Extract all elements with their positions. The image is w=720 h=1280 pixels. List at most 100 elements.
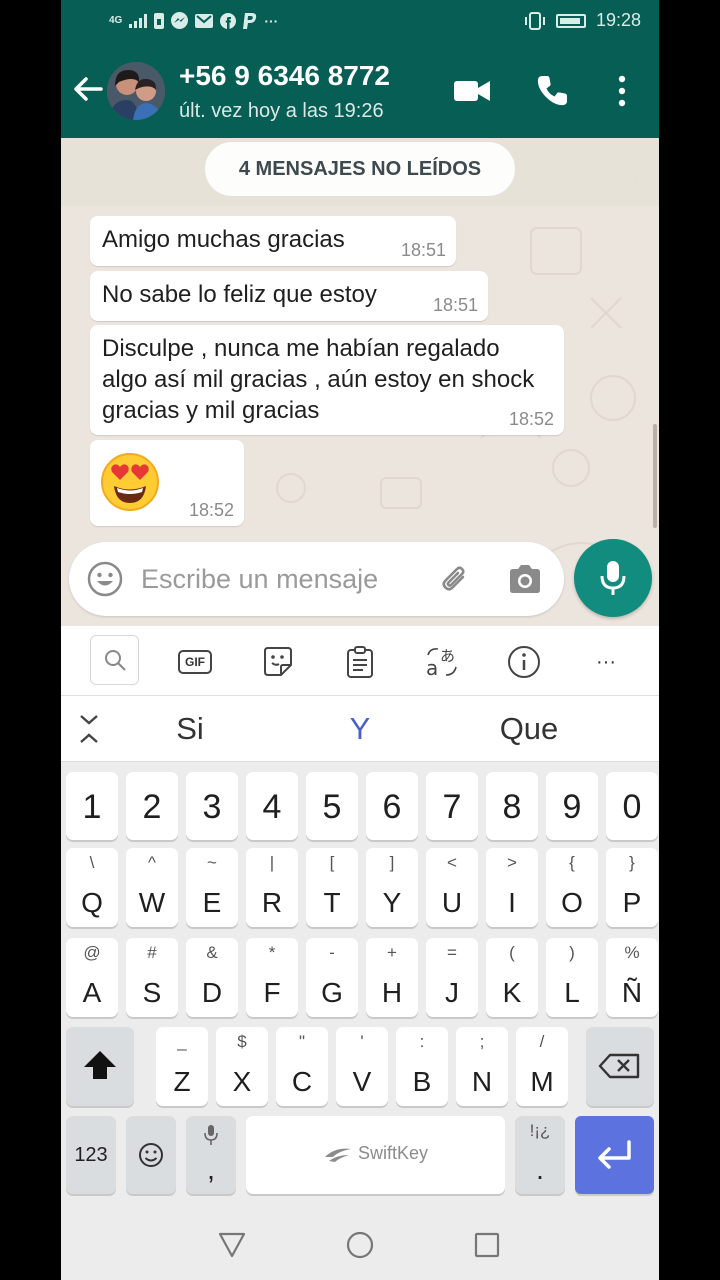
key-symbol: \ bbox=[89, 853, 95, 872]
key-w[interactable]: ^ W bbox=[126, 848, 178, 927]
key-u[interactable]: < U bbox=[426, 848, 478, 927]
contact-name[interactable]: +56 9 6346 8772 bbox=[179, 60, 390, 92]
key-7[interactable]: 7 bbox=[426, 772, 478, 840]
key-q[interactable]: \ Q bbox=[66, 848, 118, 927]
key-s[interactable]: # S bbox=[126, 938, 178, 1017]
message-input[interactable] bbox=[141, 542, 421, 616]
nav-back-icon[interactable] bbox=[217, 1230, 247, 1260]
key-c[interactable]: " C bbox=[276, 1027, 328, 1106]
gmail-icon bbox=[195, 13, 214, 28]
nav-home-icon[interactable] bbox=[345, 1230, 375, 1260]
space-key[interactable]: SwiftKey bbox=[246, 1116, 505, 1194]
key-x[interactable]: $ X bbox=[216, 1027, 268, 1106]
key-t[interactable]: [T bbox=[306, 848, 358, 927]
video-call-icon[interactable] bbox=[454, 78, 490, 104]
unread-messages-label: 4 MENSAJES NO LEÍDOS bbox=[205, 142, 515, 196]
key-g[interactable]: -G bbox=[306, 938, 358, 1017]
suggestion-3[interactable]: Que bbox=[469, 711, 589, 747]
message-bubble-emoji[interactable]: 😍 18:52 bbox=[90, 440, 244, 526]
back-arrow-icon[interactable] bbox=[71, 72, 105, 106]
phone-call-icon[interactable] bbox=[535, 74, 569, 108]
more-icon[interactable]: ··· bbox=[584, 640, 628, 684]
key-label: 1 bbox=[82, 788, 102, 826]
key-ñ[interactable]: % Ñ bbox=[606, 938, 658, 1017]
key-r[interactable]: | R bbox=[246, 848, 298, 927]
sticker-icon[interactable] bbox=[256, 640, 300, 684]
translate-icon[interactable]: aあ bbox=[420, 640, 464, 684]
key-k[interactable]: (K bbox=[486, 938, 538, 1017]
key-label: K bbox=[502, 977, 522, 1008]
chat-scrollbar[interactable] bbox=[653, 424, 657, 528]
signal-icon bbox=[129, 13, 148, 28]
emoji-key[interactable] bbox=[126, 1116, 176, 1194]
battery-icon bbox=[555, 13, 586, 28]
period-sub-label: !¡¿ bbox=[529, 1121, 551, 1140]
key-5[interactable]: 5 bbox=[306, 772, 358, 840]
key-y[interactable]: ] Y bbox=[366, 848, 418, 927]
key-label: N bbox=[471, 1066, 493, 1097]
key-3[interactable]: 3 bbox=[186, 772, 238, 840]
collapse-icon[interactable] bbox=[77, 714, 101, 744]
key-symbol: ] bbox=[389, 853, 395, 872]
backspace-key[interactable] bbox=[586, 1027, 654, 1106]
key-4[interactable]: 4 bbox=[246, 772, 298, 840]
message-bubble[interactable]: Amigo muchas gracias 18:51 bbox=[90, 216, 456, 266]
key-label: F bbox=[263, 977, 281, 1008]
key-o[interactable]: {O bbox=[546, 848, 598, 927]
key-label: V bbox=[352, 1066, 372, 1097]
key-d[interactable]: & D bbox=[186, 938, 238, 1017]
suggestion-2[interactable]: Y bbox=[300, 711, 420, 747]
key-8[interactable]: 8 bbox=[486, 772, 538, 840]
key-p[interactable]: } P bbox=[606, 848, 658, 927]
enter-key[interactable] bbox=[575, 1116, 654, 1194]
gif-icon[interactable]: GIF bbox=[173, 640, 217, 684]
key-a[interactable]: @ A bbox=[66, 938, 118, 1017]
info-icon[interactable] bbox=[502, 640, 546, 684]
key-z[interactable]: _ Z bbox=[156, 1027, 208, 1106]
key-label: M bbox=[530, 1066, 554, 1097]
suggestion-1[interactable]: Si bbox=[130, 711, 250, 747]
key-b[interactable]: :B bbox=[396, 1027, 448, 1106]
key-symbol: + bbox=[387, 943, 397, 962]
key-e[interactable]: ~ E bbox=[186, 848, 238, 927]
key-l[interactable]: ) L bbox=[546, 938, 598, 1017]
message-bubble[interactable]: No sabe lo feliz que estoy 18:51 bbox=[90, 271, 488, 321]
clipboard-icon[interactable] bbox=[338, 640, 382, 684]
key-6[interactable]: 6 bbox=[366, 772, 418, 840]
avatar[interactable] bbox=[107, 62, 165, 120]
comma-label: , bbox=[207, 1154, 215, 1185]
period-key[interactable]: !¡¿ . bbox=[515, 1116, 565, 1194]
key-n[interactable]: ; N bbox=[456, 1027, 508, 1106]
heart-eyes-emoji bbox=[101, 453, 159, 511]
key-1[interactable]: 1 bbox=[66, 772, 118, 840]
microphone-icon bbox=[600, 561, 626, 595]
shift-key[interactable] bbox=[66, 1027, 134, 1106]
camera-icon[interactable] bbox=[507, 562, 543, 596]
numbers-switch-key[interactable]: 123 bbox=[66, 1116, 116, 1194]
clock: 19:28 bbox=[595, 10, 641, 30]
paperclip-icon[interactable] bbox=[437, 561, 473, 597]
key-label: U bbox=[441, 887, 463, 918]
network-type: 4G bbox=[109, 15, 123, 26]
microphone-button[interactable] bbox=[574, 539, 652, 617]
search-icon[interactable] bbox=[90, 635, 139, 685]
message-time: 18:51 bbox=[432, 295, 478, 315]
system-navigation-bar bbox=[61, 1201, 659, 1280]
voice-input-icon bbox=[204, 1125, 218, 1145]
key-i[interactable]: > I bbox=[486, 848, 538, 927]
message-bubble[interactable]: Disculpe , nunca me habían regalado algo… bbox=[90, 325, 564, 435]
key-f[interactable]: * F bbox=[246, 938, 298, 1017]
comma-key[interactable]: , bbox=[186, 1116, 236, 1194]
key-0[interactable]: 0 bbox=[606, 772, 658, 840]
key-h[interactable]: + H bbox=[366, 938, 418, 1017]
shift-arrow-icon bbox=[84, 1051, 116, 1079]
key-v[interactable]: ' V bbox=[336, 1027, 388, 1106]
emoji-icon[interactable] bbox=[87, 561, 123, 597]
key-j[interactable]: = J bbox=[426, 938, 478, 1017]
key-m[interactable]: / M bbox=[516, 1027, 568, 1106]
avatar-photo bbox=[107, 62, 165, 120]
key-9[interactable]: 9 bbox=[546, 772, 598, 840]
more-options-icon[interactable] bbox=[611, 74, 633, 108]
nav-recents-icon[interactable] bbox=[472, 1230, 502, 1260]
key-2[interactable]: 2 bbox=[126, 772, 178, 840]
